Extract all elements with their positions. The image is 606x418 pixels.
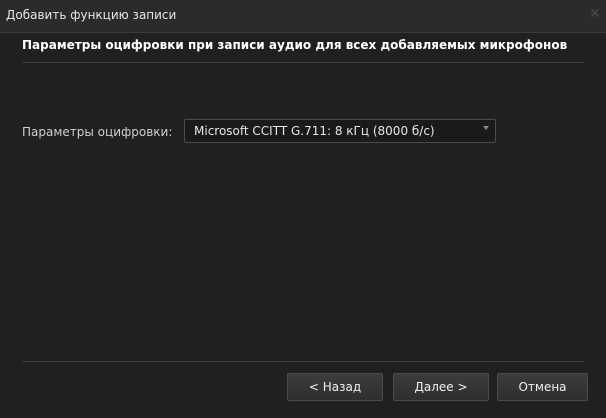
header-divider: [22, 62, 584, 63]
section-heading: Параметры оцифровки при записи аудио для…: [22, 38, 568, 52]
chevron-down-icon: [483, 126, 489, 130]
back-button[interactable]: < Назад: [287, 373, 383, 401]
digitization-select[interactable]: Microsoft CCITT G.711: 8 кГц (8000 б/с): [184, 119, 496, 143]
digitization-select-value: Microsoft CCITT G.711: 8 кГц (8000 б/с): [194, 124, 435, 138]
close-icon[interactable]: ✕: [587, 6, 603, 22]
next-button[interactable]: Далее >: [393, 373, 489, 401]
dialog-title: Добавить функцию записи: [6, 8, 177, 22]
footer-divider: [22, 361, 584, 362]
dialog-titlebar: Добавить функцию записи ✕: [0, 0, 606, 33]
cancel-button[interactable]: Отмена: [497, 373, 588, 401]
digitization-label: Параметры оцифровки:: [22, 125, 173, 139]
